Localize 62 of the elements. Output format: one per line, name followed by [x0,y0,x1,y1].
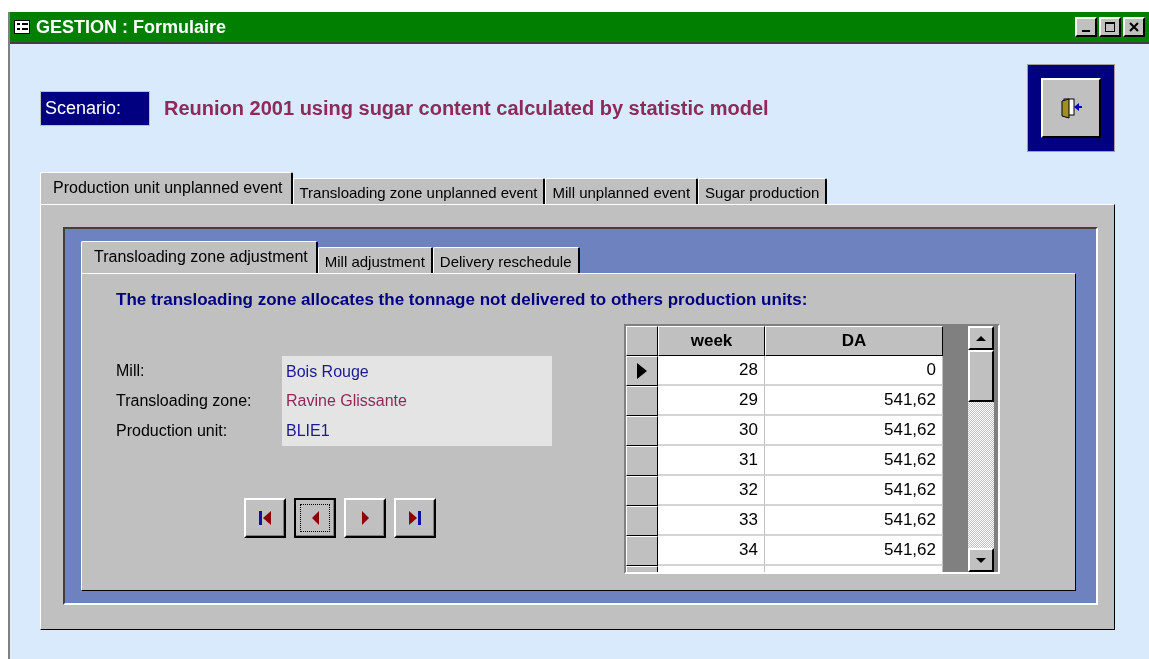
table-cell: 34 [658,536,765,566]
next-record-icon [360,510,370,526]
maximize-icon [1105,22,1115,32]
last-record-icon [408,510,422,526]
tab[interactable]: Transloading zone unplanned event [292,178,546,204]
close-button[interactable] [1123,17,1145,37]
table-cell: 33 [658,506,765,536]
tab[interactable]: Delivery reschedule [432,247,580,273]
column-header[interactable]: week [658,326,765,356]
field-label: Production unit: [116,421,229,441]
table-cell: 0 [765,356,943,386]
field-label: Mill: [116,361,146,381]
field-value: BLIE1 [282,416,552,446]
heading: The transloading zone allocates the tonnage not delivered to others production units: [116,290,809,310]
column-header[interactable]: DA [765,326,943,356]
form-icon [14,20,30,34]
row-selector[interactable] [626,536,658,566]
table-cell: 30 [658,416,765,446]
navigation-button[interactable] [344,498,386,538]
navigation-button[interactable] [294,498,336,538]
table-cell: 29 [658,386,765,416]
field-value: Ravine Glissante [282,386,552,416]
up-arrow-icon [976,335,986,341]
row-selector[interactable] [626,446,658,476]
table-cell: 32 [658,476,765,506]
table-cell: 28 [658,356,765,386]
tab[interactable]: Production unit unplanned event [40,172,293,204]
tab[interactable]: Transloading zone adjustment [81,241,318,273]
table-cell: 541,62 [765,476,943,506]
row-selector[interactable] [626,476,658,506]
table-cell: 541,62 [765,536,943,566]
field-label: Transloading zone: [116,391,253,411]
row-selector[interactable] [626,386,658,416]
down-arrow-icon [976,557,986,563]
corner-header [626,326,658,356]
close-icon [1129,22,1139,32]
previous-record-icon [310,510,320,526]
minimize-icon [1082,30,1090,32]
table-cell: 31 [658,446,765,476]
vertical-scrollbar[interactable] [968,326,994,572]
scenario-name: Reunion 2001 using sugar content calculated by statistic model [164,96,770,120]
row-selector[interactable] [626,506,658,536]
table-cell: 541,62 [765,506,943,536]
first-record-icon [258,510,272,526]
navigation-button[interactable] [394,498,436,538]
tab[interactable]: Mill adjustment [317,247,433,273]
table-cell: 541,62 [765,386,943,416]
window-title: GESTION : Formulaire [36,16,228,38]
minimize-button[interactable] [1075,17,1097,37]
field-value: Bois Rouge [282,356,552,386]
maximize-button[interactable] [1099,17,1121,37]
scenario-label: Scenario: [40,90,151,126]
row-selector[interactable] [626,356,658,386]
tab[interactable]: Sugar production [698,178,828,204]
navigation-button[interactable] [244,498,286,538]
exit-button[interactable] [1041,78,1101,138]
door-exit-icon [1060,97,1082,119]
table-cell: 541,62 [765,416,943,446]
tab[interactable]: Mill unplanned event [545,178,699,204]
scroll-thumb[interactable] [968,350,994,402]
row-selector[interactable] [626,416,658,446]
table-cell: 541,62 [765,446,943,476]
